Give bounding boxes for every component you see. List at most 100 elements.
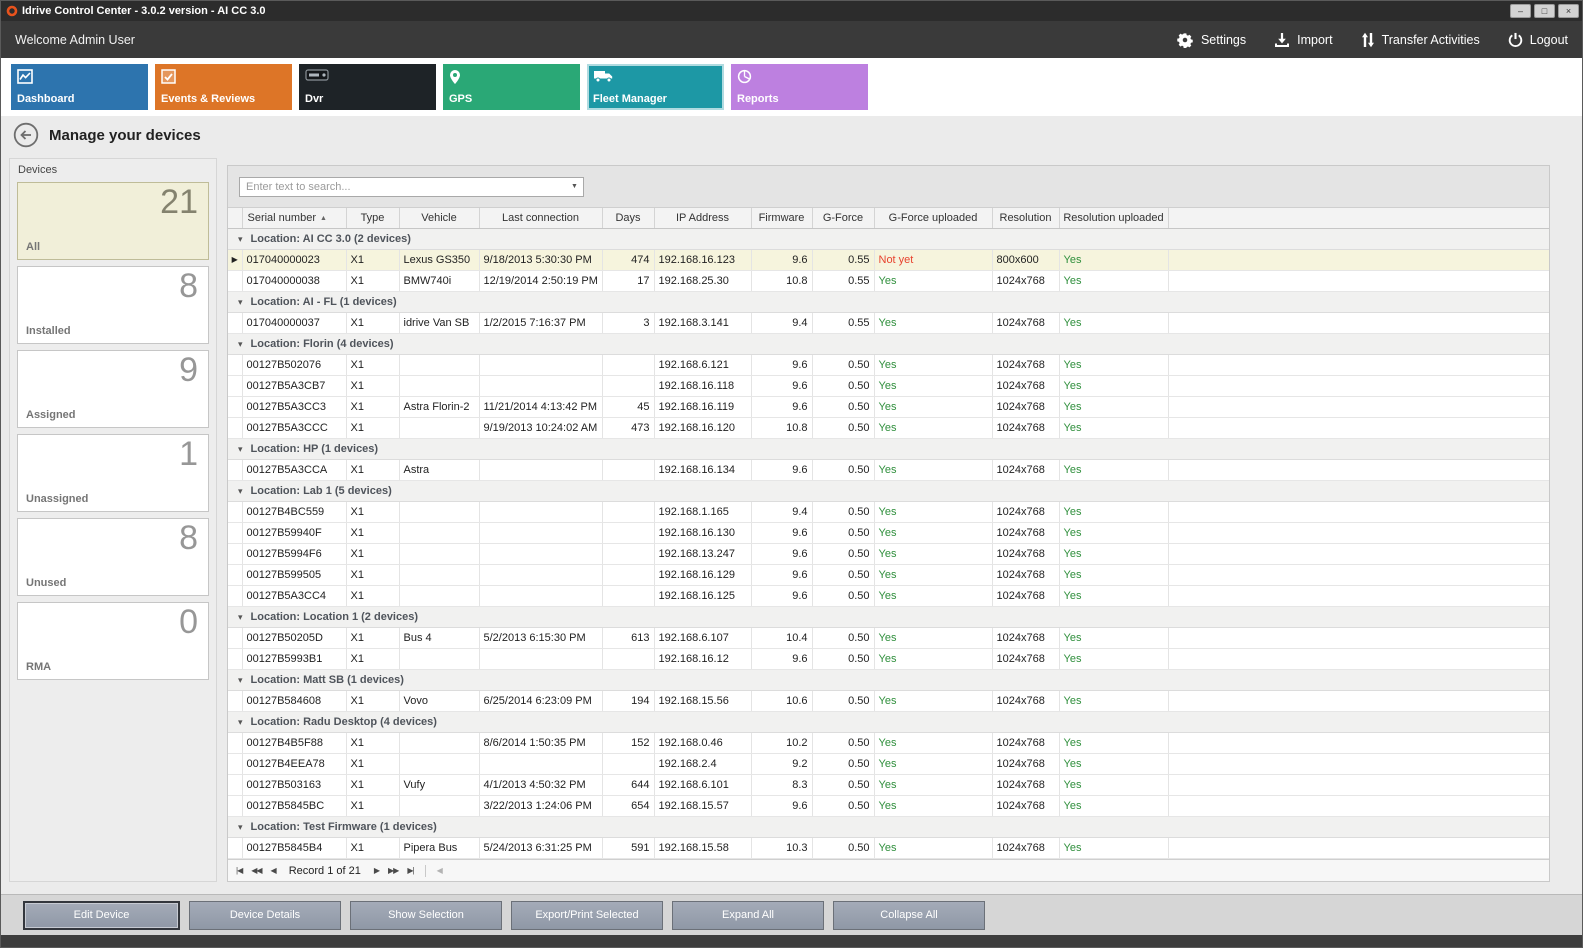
column-header-vehicle[interactable]: Vehicle (399, 208, 479, 228)
tab-events-reviews[interactable]: Events & Reviews (155, 64, 292, 110)
cell-days: 194 (602, 690, 654, 711)
column-header-last-connection[interactable]: Last connection (479, 208, 602, 228)
pager-first[interactable]: |◀ (236, 866, 242, 875)
table-row[interactable]: 00127B4B5F88X18/6/2014 1:50:35 PM152192.… (228, 732, 1549, 753)
group-row[interactable]: ▾Location: Radu Desktop (4 devices) (228, 711, 1549, 732)
table-row[interactable]: 00127B503163X1Vufy4/1/2013 4:50:32 PM644… (228, 774, 1549, 795)
group-collapse-icon[interactable]: ▾ (238, 822, 243, 832)
search-input[interactable] (240, 181, 566, 193)
import-action[interactable]: Import (1274, 32, 1332, 48)
pager-prev-page[interactable]: ◀◀ (251, 866, 261, 875)
filter-card-rma[interactable]: 0RMA (17, 602, 209, 680)
cell-resolution-uploaded: Yes (1059, 417, 1168, 438)
filter-card-unused[interactable]: 8Unused (17, 518, 209, 596)
show-selection-button[interactable]: Show Selection (350, 901, 502, 930)
table-row[interactable]: 00127B5A3CCCX19/19/2013 10:24:02 AM47319… (228, 417, 1549, 438)
filter-card-all[interactable]: 21All (17, 182, 209, 260)
group-collapse-icon[interactable]: ▾ (238, 234, 243, 244)
minimize-button[interactable]: – (1510, 4, 1531, 18)
back-button[interactable] (13, 122, 39, 148)
device-details-button[interactable]: Device Details (189, 901, 341, 930)
column-header-firmware[interactable]: Firmware (751, 208, 812, 228)
table-row[interactable]: 00127B50205DX1Bus 45/2/2013 6:15:30 PM61… (228, 627, 1549, 648)
table-row[interactable]: 00127B584608X1Vovo6/25/2014 6:23:09 PM19… (228, 690, 1549, 711)
cell-last-connection: 1/2/2015 7:16:37 PM (479, 312, 602, 333)
cell-type: X1 (346, 459, 399, 480)
expand-all-button[interactable]: Expand All (672, 901, 824, 930)
cell-g-force: 0.55 (812, 270, 874, 291)
tab-reports[interactable]: Reports (731, 64, 868, 110)
group-collapse-icon[interactable]: ▾ (238, 297, 243, 307)
table-row[interactable]: 017040000038X1BMW740i12/19/2014 2:50:19 … (228, 270, 1549, 291)
pager-prev[interactable]: ◀ (271, 866, 276, 875)
group-collapse-icon[interactable]: ▾ (238, 675, 243, 685)
cell-resolution-uploaded: Yes (1059, 543, 1168, 564)
filter-card-installed[interactable]: 8Installed (17, 266, 209, 344)
group-collapse-icon[interactable]: ▾ (238, 339, 243, 349)
tab-gps[interactable]: GPS (443, 64, 580, 110)
column-header-ip-address[interactable]: IP Address (654, 208, 751, 228)
group-collapse-icon[interactable]: ▾ (238, 486, 243, 496)
cell-ip-address: 192.168.6.121 (654, 354, 751, 375)
group-row[interactable]: ▾Location: Lab 1 (5 devices) (228, 480, 1549, 501)
column-header-days[interactable]: Days (602, 208, 654, 228)
maximize-button[interactable]: □ (1534, 4, 1555, 18)
group-collapse-icon[interactable]: ▾ (238, 612, 243, 622)
cell-last-connection: 4/1/2013 4:50:32 PM (479, 774, 602, 795)
table-row[interactable]: 00127B5845B4X1Pipera Bus5/24/2013 6:31:2… (228, 837, 1549, 858)
table-row[interactable]: 00127B5A3CCAX1Astra192.168.16.1349.60.50… (228, 459, 1549, 480)
column-header-serial-number[interactable]: Serial number▲ (242, 208, 346, 228)
table-row[interactable]: 00127B5A3CB7X1192.168.16.1189.60.50Yes10… (228, 375, 1549, 396)
settings-action[interactable]: Settings (1176, 32, 1246, 48)
group-collapse-icon[interactable]: ▾ (238, 717, 243, 727)
collapse-all-button[interactable]: Collapse All (833, 901, 985, 930)
pager-next[interactable]: ▶ (374, 866, 379, 875)
pager-next-page[interactable]: ▶▶ (388, 866, 398, 875)
dvr-icon (305, 69, 329, 84)
group-row[interactable]: ▾Location: AI CC 3.0 (2 devices) (228, 228, 1549, 249)
table-row[interactable]: 00127B502076X1192.168.6.1219.60.50Yes102… (228, 354, 1549, 375)
table-row[interactable]: 00127B5994F6X1192.168.13.2479.60.50Yes10… (228, 543, 1549, 564)
group-row[interactable]: ▾Location: HP (1 devices) (228, 438, 1549, 459)
group-row[interactable]: ▾Location: Location 1 (2 devices) (228, 606, 1549, 627)
export-print-selected-button[interactable]: Export/Print Selected (511, 901, 663, 930)
tab-fleet-manager[interactable]: Fleet Manager (587, 64, 724, 110)
cell-resolution-uploaded: Yes (1059, 312, 1168, 333)
table-row[interactable]: 00127B5A3CC4X1192.168.16.1259.60.50Yes10… (228, 585, 1549, 606)
column-header-resolution[interactable]: Resolution (992, 208, 1059, 228)
table-row[interactable]: 00127B4EEA78X1192.168.2.49.20.50Yes1024x… (228, 753, 1549, 774)
group-collapse-icon[interactable]: ▾ (238, 444, 243, 454)
title-bar[interactable]: Idrive Control Center - 3.0.2 version - … (1, 1, 1582, 21)
filter-card-unassigned[interactable]: 1Unassigned (17, 434, 209, 512)
edit-device-button[interactable]: Edit Device (23, 901, 180, 930)
search-dropdown-icon[interactable]: ▼ (566, 183, 583, 190)
pager-last[interactable]: ▶| (407, 866, 413, 875)
table-row[interactable]: 00127B5A3CC3X1Astra Florin-211/21/2014 4… (228, 396, 1549, 417)
column-header-type[interactable]: Type (346, 208, 399, 228)
tab-dvr[interactable]: Dvr (299, 64, 436, 110)
filter-card-assigned[interactable]: 9Assigned (17, 350, 209, 428)
cell-filler (1168, 417, 1549, 438)
column-header-g-force[interactable]: G-Force (812, 208, 874, 228)
table-row[interactable]: 00127B5993B1X1192.168.16.129.60.50Yes102… (228, 648, 1549, 669)
close-button[interactable]: × (1558, 4, 1579, 18)
group-row[interactable]: ▾Location: Test Firmware (1 devices) (228, 816, 1549, 837)
table-row[interactable]: 00127B4BC559X1192.168.1.1659.40.50Yes102… (228, 501, 1549, 522)
group-row[interactable]: ▾Location: AI - FL (1 devices) (228, 291, 1549, 312)
welcome-text: Welcome Admin User (15, 33, 135, 47)
table-row[interactable]: ▶017040000023X1Lexus GS3509/18/2013 5:30… (228, 249, 1549, 270)
cell-days (602, 564, 654, 585)
column-header-resolution-uploaded[interactable]: Resolution uploaded (1059, 208, 1168, 228)
pager-prev-record[interactable]: ◀ (437, 866, 442, 875)
column-header-g-force-uploaded[interactable]: G-Force uploaded (874, 208, 992, 228)
table-row[interactable]: 00127B59940FX1192.168.16.1309.60.50Yes10… (228, 522, 1549, 543)
group-row[interactable]: ▾Location: Matt SB (1 devices) (228, 669, 1549, 690)
table-row[interactable]: 00127B5845BCX13/22/2013 1:24:06 PM654192… (228, 795, 1549, 816)
transfer-activities-action[interactable]: Transfer Activities (1361, 32, 1480, 48)
table-row[interactable]: 00127B599505X1192.168.16.1299.60.50Yes10… (228, 564, 1549, 585)
tab-dashboard[interactable]: Dashboard (11, 64, 148, 110)
logout-action[interactable]: Logout (1508, 32, 1568, 47)
table-row[interactable]: 017040000037X1idrive Van SB1/2/2015 7:16… (228, 312, 1549, 333)
group-row[interactable]: ▾Location: Florin (4 devices) (228, 333, 1549, 354)
cell-last-connection (479, 564, 602, 585)
